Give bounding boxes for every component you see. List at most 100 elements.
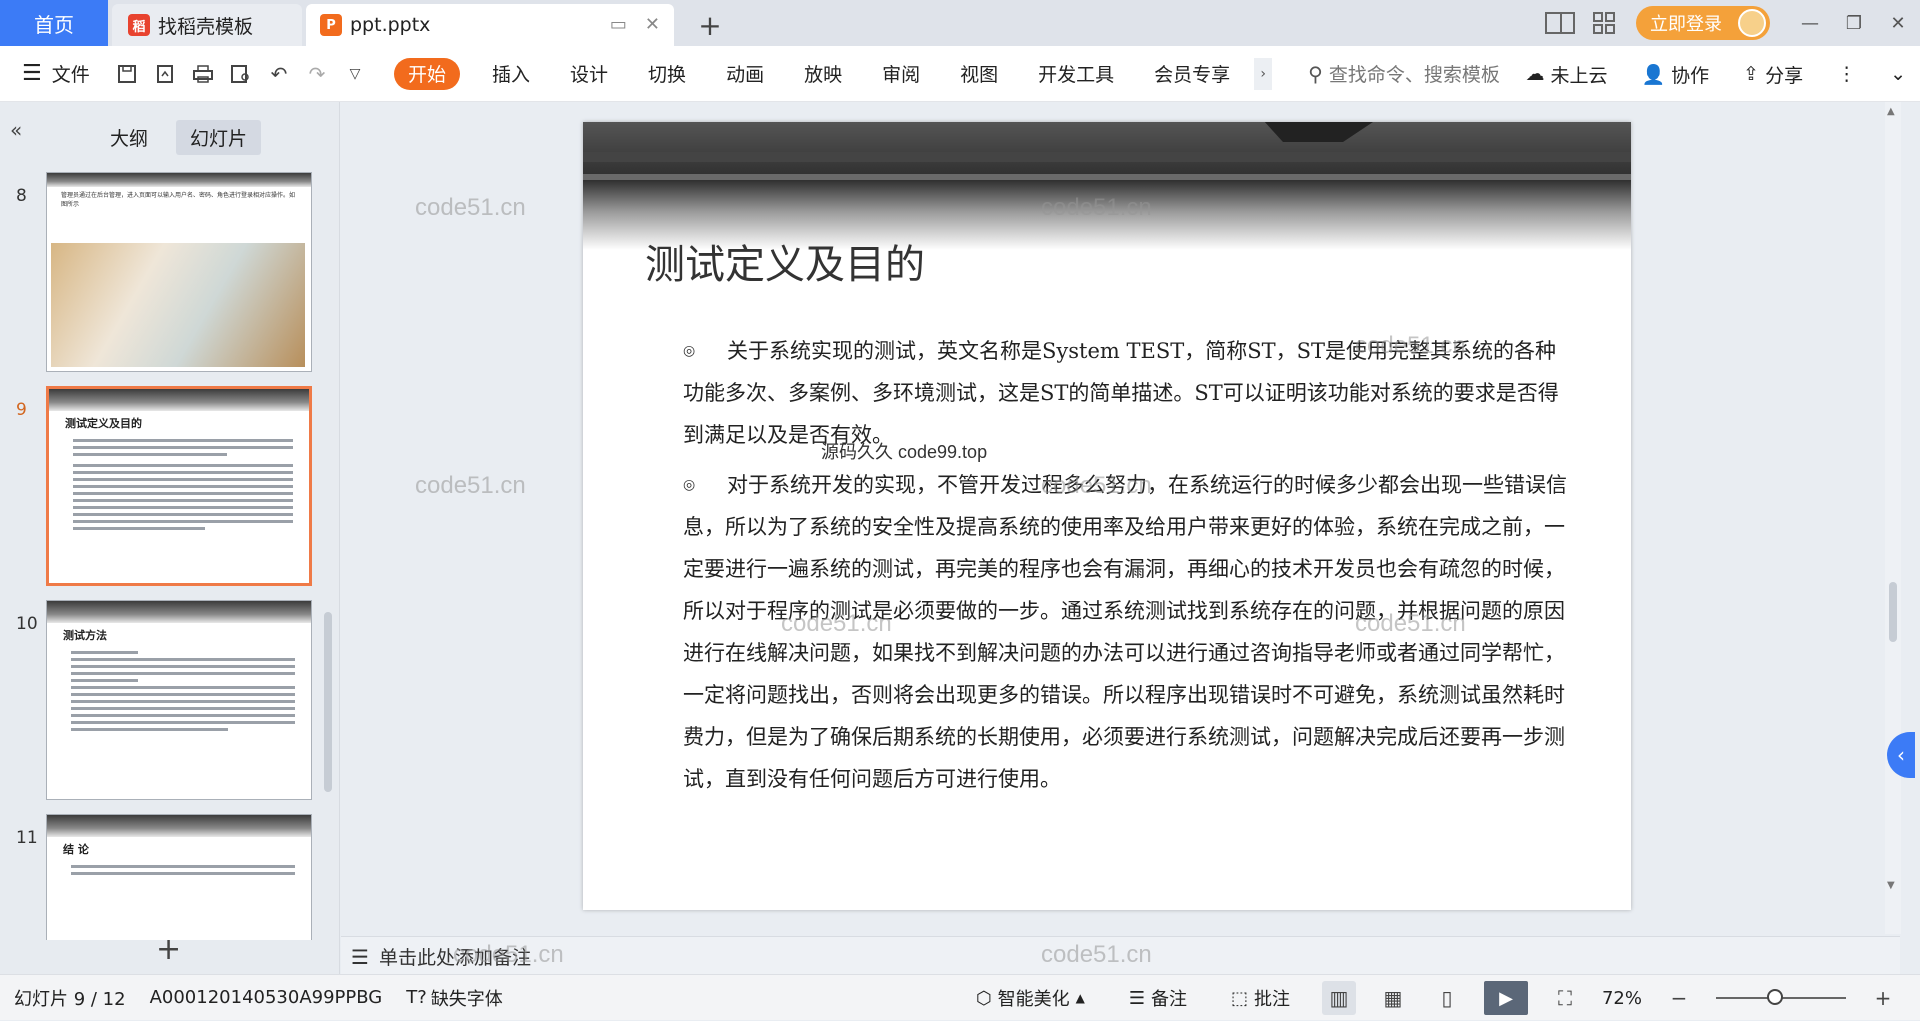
- beautify-button[interactable]: ⬡ 智能美化 ▲: [964, 985, 1097, 1011]
- collapse-panel-icon[interactable]: «: [10, 118, 22, 142]
- login-button[interactable]: 立即登录: [1636, 6, 1770, 40]
- collapse-ribbon-icon[interactable]: ⌄: [1890, 46, 1906, 102]
- save-icon[interactable]: [108, 46, 146, 102]
- close-window-icon[interactable]: ✕: [1876, 0, 1920, 46]
- slide-title[interactable]: 测试定义及目的: [645, 232, 925, 290]
- collab-label: 协作: [1671, 64, 1710, 87]
- slide-thumbnail[interactable]: 管理员通过在后台管理，进入页面可以输入用户名、密码、角色进行登录相对应操作。如图…: [46, 172, 312, 372]
- float-window-icon[interactable]: ▭: [610, 14, 627, 35]
- ribbon-toolbar: ☰ 文件 ↶ ↷ ▽ 开始 插入 设计 切换 动画 放映 审阅 视图 开发工具 …: [0, 46, 1920, 102]
- tab-home[interactable]: 首页: [0, 0, 108, 46]
- notes-placeholder: 单击此处添加备注: [378, 947, 531, 969]
- apps-grid-icon[interactable]: [1582, 0, 1626, 46]
- file-menu[interactable]: ☰ 文件: [0, 46, 108, 102]
- ppt-file-icon: P: [320, 14, 342, 36]
- bullet-glyph: ◎: [683, 477, 696, 493]
- tab-templates[interactable]: 稻 找稻壳模板: [112, 4, 302, 46]
- comment-icon: ⬚: [1230, 987, 1248, 1009]
- watermark: code51.cn: [415, 194, 526, 221]
- cloud-label: 未上云: [1550, 64, 1608, 87]
- close-tab-icon[interactable]: ✕: [645, 14, 660, 35]
- normal-view-icon[interactable]: ▥: [1321, 981, 1356, 1015]
- zoom-level[interactable]: 72%: [1602, 988, 1642, 1009]
- scrollbar-thumb[interactable]: [1889, 582, 1897, 642]
- print-icon[interactable]: [184, 46, 222, 102]
- tab-outline[interactable]: 大纲: [96, 120, 162, 155]
- zoom-out-icon[interactable]: −: [1662, 981, 1696, 1015]
- tab-developer[interactable]: 开发工具: [1018, 46, 1134, 102]
- roof-decoration: [47, 173, 311, 187]
- tab-view[interactable]: 视图: [940, 46, 1018, 102]
- more-options-icon[interactable]: ⋮: [1837, 46, 1856, 102]
- missing-font-button[interactable]: T? 缺失字体: [394, 985, 515, 1011]
- editing-area: 测试定义及目的 ◎ 关于系统实现的测试，英文名称是System TEST，简称S…: [341, 102, 1915, 976]
- menu-tabs: 开始 插入 设计 切换 动画 放映 审阅 视图 开发工具 会员专享 ›: [382, 46, 1273, 102]
- zoom-slider-knob[interactable]: [1766, 989, 1783, 1005]
- slide-thumbnail-selected[interactable]: 测试定义及目的: [46, 386, 312, 586]
- tab-member[interactable]: 会员专享: [1134, 46, 1250, 102]
- minimize-icon[interactable]: —: [1788, 0, 1832, 46]
- slide-canvas[interactable]: 测试定义及目的 ◎ 关于系统实现的测试，英文名称是System TEST，简称S…: [583, 122, 1631, 910]
- watermark: code51.cn: [1041, 941, 1152, 968]
- thumbnail-text: 管理员通过在后台管理，进入页面可以输入用户名、密码、角色进行登录相对应操作。如图…: [61, 192, 296, 208]
- avatar: [1738, 9, 1766, 37]
- thumbnail-lines: [47, 857, 311, 875]
- notes-bar[interactable]: ☰ 单击此处添加备注 code51.cn code51.cn: [341, 936, 1900, 976]
- reading-view-icon[interactable]: ▯: [1430, 981, 1464, 1015]
- tab-insert[interactable]: 插入: [472, 46, 550, 102]
- add-slide-icon[interactable]: +: [156, 932, 181, 967]
- export-pdf-icon[interactable]: [146, 46, 184, 102]
- roof-decoration: [47, 815, 311, 837]
- print-preview-icon[interactable]: [222, 46, 260, 102]
- thumbnail-number: 8: [16, 186, 27, 206]
- vertical-scrollbar[interactable]: ▲ ▼: [1885, 102, 1901, 934]
- panel-view-tabs: 大纲 幻灯片: [96, 120, 262, 155]
- panel-scrollbar[interactable]: [324, 612, 332, 792]
- tab-transition[interactable]: 切换: [628, 46, 706, 102]
- user-icon: 👤: [1641, 63, 1666, 86]
- tab-start[interactable]: 开始: [394, 57, 461, 90]
- play-slideshow-icon[interactable]: ▶: [1483, 981, 1528, 1015]
- tab-review[interactable]: 审阅: [862, 46, 940, 102]
- tab-document[interactable]: P ppt.pptx ▭ ✕: [306, 4, 674, 46]
- thumbnail-title: 结 论: [63, 843, 89, 856]
- tab-design[interactable]: 设计: [550, 46, 628, 102]
- slide-body[interactable]: ◎ 关于系统实现的测试，英文名称是System TEST，简称ST，ST是使用完…: [683, 330, 1571, 800]
- slide-thumbnail[interactable]: 结 论: [46, 814, 312, 940]
- fit-window-icon[interactable]: ⛶: [1548, 981, 1582, 1015]
- cloud-status[interactable]: ☁ 未上云: [1525, 46, 1607, 102]
- layout-icon[interactable]: [1538, 0, 1582, 46]
- notes-toggle-button[interactable]: ☰ 备注: [1117, 985, 1199, 1011]
- roof-decoration: [583, 122, 1631, 250]
- slide-thumbnail[interactable]: 测试方法: [46, 600, 312, 800]
- sorter-view-icon[interactable]: ▦: [1376, 981, 1410, 1015]
- more-tabs-button[interactable]: ›: [1254, 57, 1273, 90]
- search-icon: ⚲: [1308, 61, 1323, 86]
- tab-slides[interactable]: 幻灯片: [176, 120, 262, 155]
- notes-icon: ☰: [351, 944, 369, 969]
- undo-icon[interactable]: ↶: [260, 46, 298, 102]
- notes-icon: ☰: [1128, 987, 1145, 1009]
- status-bar: 幻灯片 9 / 12 A000120140530A99PPBG T? 缺失字体 …: [0, 974, 1920, 1020]
- thumbnail-title: 测试定义及目的: [65, 417, 142, 430]
- document-id: A000120140530A99PPBG: [149, 987, 383, 1008]
- comment-button[interactable]: ⬚ 批注: [1219, 985, 1302, 1011]
- tab-document-label: ppt.pptx: [350, 14, 431, 36]
- customize-qa-icon[interactable]: ▽: [336, 46, 374, 102]
- redo-icon[interactable]: ↷: [298, 46, 336, 102]
- zoom-slider[interactable]: [1716, 989, 1846, 1005]
- roof-decoration: [49, 389, 309, 411]
- zoom-in-icon[interactable]: +: [1866, 981, 1900, 1015]
- beautify-label: 智能美化: [997, 989, 1070, 1010]
- collab-button[interactable]: 👤 协作: [1641, 46, 1709, 102]
- docer-logo-icon: 稻: [128, 14, 150, 36]
- tab-animation[interactable]: 动画: [706, 46, 784, 102]
- share-button[interactable]: ⇪ 分享: [1743, 46, 1803, 102]
- new-tab-button[interactable]: +: [692, 4, 728, 46]
- tab-bar: 首页 稻 找稻壳模板 P ppt.pptx ▭ ✕ + 立即登录 — ❐ ✕: [0, 0, 1920, 46]
- restore-icon[interactable]: ❐: [1832, 0, 1876, 46]
- share-label: 分享: [1765, 64, 1804, 87]
- tab-slideshow[interactable]: 放映: [784, 46, 862, 102]
- command-search[interactable]: ⚲ 查找命令、搜索模板: [1308, 46, 1500, 102]
- paragraph-text: 关于系统实现的测试，英文名称是System TEST，简称ST，ST是使用完整其…: [683, 339, 1559, 447]
